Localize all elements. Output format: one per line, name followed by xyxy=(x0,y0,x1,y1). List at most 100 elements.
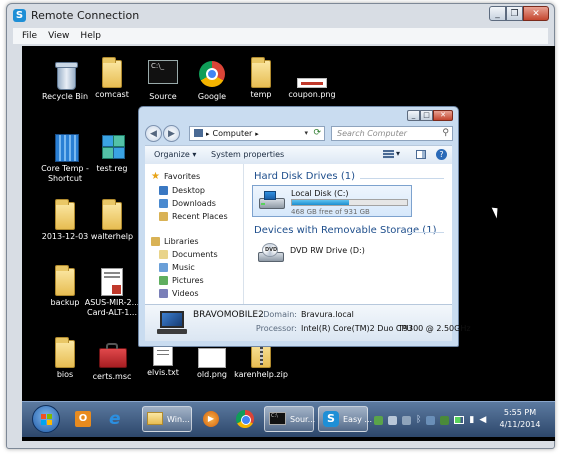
disk-name: Local Disk (C:) xyxy=(291,189,349,198)
nav-pictures[interactable]: Pictures xyxy=(159,276,204,285)
tray-app-icon[interactable] xyxy=(426,415,436,425)
nav-downloads[interactable]: Downloads xyxy=(159,199,216,208)
explorer-body: ★ Favorites Desktop Downloads Recent Plac… xyxy=(145,164,452,304)
tray-app-icon[interactable] xyxy=(374,415,383,425)
search-input[interactable]: Search Computer ⚲ xyxy=(331,126,453,141)
recent-places-icon xyxy=(159,212,168,221)
dvd-badge: DVD xyxy=(265,247,278,253)
refresh-icon[interactable]: ⟳ xyxy=(313,127,321,140)
music-icon xyxy=(159,263,168,272)
remote-app-icon: S xyxy=(323,411,339,427)
explorer-nav-row: ◀ ▶ ▸ Computer ▸ ▾ ⟳ Search Computer ⚲ xyxy=(145,123,453,143)
start-button[interactable] xyxy=(32,405,60,433)
remote-desktop-screen[interactable]: Recycle Bin comcast C:\_ Source Google t… xyxy=(22,46,555,441)
taskbar: O e Win... ▶ C:\ Sour... S Easy ... ᛒ ▮ … xyxy=(22,401,555,437)
taskbar-media-player[interactable]: ▶ xyxy=(196,406,226,432)
pictures-icon xyxy=(159,276,168,285)
title-bar[interactable]: S Remote Connection _ ❐ ✕ xyxy=(7,4,554,26)
explorer-icon xyxy=(147,412,163,425)
desktop-icon-test-reg[interactable]: test.reg xyxy=(83,132,141,174)
processor-model: T9300 @ 2.50GHz xyxy=(398,324,471,333)
desktop-icon xyxy=(159,186,168,195)
menu-help[interactable]: Help xyxy=(80,31,101,41)
local-disk-item[interactable]: Local Disk (C:) 468 GB free of 931 GB xyxy=(252,185,412,217)
forward-icon[interactable]: ▶ xyxy=(163,125,180,142)
window-controls: _ ❐ ✕ xyxy=(489,6,549,21)
taskbar-outlook[interactable]: O xyxy=(68,406,98,432)
explorer-window-controls: _ □ ✕ xyxy=(407,110,453,121)
processor-label: Processor: xyxy=(255,324,297,333)
domain-label: Domain: xyxy=(263,310,297,319)
preview-pane-icon[interactable] xyxy=(416,150,426,159)
star-icon: ★ xyxy=(151,171,160,182)
network-icon[interactable]: ▮ xyxy=(469,415,474,425)
tray-app-icon[interactable] xyxy=(388,415,397,425)
minimize-icon[interactable]: _ xyxy=(407,110,420,121)
menu-file[interactable]: File xyxy=(22,31,37,41)
mouse-cursor-icon xyxy=(491,205,502,219)
volume-icon[interactable]: ◀ xyxy=(479,415,486,425)
breadcrumb[interactable]: Computer xyxy=(213,129,253,138)
folder-icon xyxy=(102,199,122,230)
system-properties-button[interactable]: System properties xyxy=(211,150,284,159)
desktop-icon-comcast[interactable]: comcast xyxy=(83,57,141,100)
desktop-icon-temp[interactable]: temp xyxy=(232,57,290,100)
nav-libraries[interactable]: Libraries xyxy=(151,237,199,246)
group-divider xyxy=(407,232,444,233)
back-icon[interactable]: ◀ xyxy=(145,125,162,142)
nav-favorites[interactable]: ★ Favorites xyxy=(151,171,200,182)
navigation-pane: ★ Favorites Desktop Downloads Recent Plac… xyxy=(145,164,244,304)
taskbar-item-label: Easy ... xyxy=(343,415,373,424)
close-icon[interactable]: ✕ xyxy=(433,110,453,121)
view-options-icon[interactable] xyxy=(383,150,394,159)
help-icon[interactable]: ? xyxy=(436,149,447,160)
menu-bar: File View Help xyxy=(13,28,548,44)
desktop-icon-certs[interactable]: certs.msc xyxy=(83,340,141,382)
history-dropdown-icon[interactable]: ▾ xyxy=(304,127,308,140)
chrome-icon xyxy=(236,410,254,428)
restore-icon[interactable]: ❐ xyxy=(506,6,523,21)
battery-icon[interactable] xyxy=(454,416,465,424)
action-center-icon[interactable] xyxy=(440,415,450,425)
taskbar-source-console[interactable]: C:\ Sour... xyxy=(264,406,315,432)
toolbox-icon xyxy=(98,340,127,370)
clock[interactable]: 5:55 PM 4/11/2014 xyxy=(495,407,545,431)
taskbar-windows-explorer[interactable]: Win... xyxy=(142,406,192,432)
nav-recent-places[interactable]: Recent Places xyxy=(159,212,228,221)
maximize-icon[interactable]: □ xyxy=(420,110,433,121)
chevron-down-icon[interactable]: ▾ xyxy=(396,149,400,158)
tray-app-icon[interactable] xyxy=(402,415,411,425)
command-bar: Organize ▾ System properties ▾ ? xyxy=(145,145,452,165)
console-shortcut-icon: C:\_ xyxy=(148,60,178,84)
remote-app-icon: S xyxy=(13,9,26,22)
close-icon[interactable]: ✕ xyxy=(523,6,549,21)
folder-icon xyxy=(102,57,122,88)
nav-music[interactable]: Music xyxy=(159,263,195,272)
bluetooth-icon[interactable]: ᛒ xyxy=(416,415,421,425)
nav-videos[interactable]: Videos xyxy=(159,289,199,298)
group-header-hdd[interactable]: Hard Disk Drives (1) xyxy=(254,171,355,182)
recycle-bin-icon xyxy=(51,60,79,90)
taskbar-easy-connect[interactable]: S Easy ... xyxy=(318,406,372,432)
group-header-removable[interactable]: Devices with Removable Storage (1) xyxy=(254,225,436,236)
desktop-icon-walterhelp[interactable]: walterhelp xyxy=(83,199,141,242)
folder-icon xyxy=(55,337,75,368)
organize-button[interactable]: Organize ▾ xyxy=(154,150,196,159)
minimize-icon[interactable]: _ xyxy=(489,6,506,21)
menu-view[interactable]: View xyxy=(48,31,69,41)
desktop-icon-label: karenhelp.zip xyxy=(234,370,288,379)
nav-documents[interactable]: Documents xyxy=(159,250,218,259)
explorer-window: _ □ ✕ ◀ ▶ ▸ Computer ▸ ▾ ⟳ Search Computer… xyxy=(138,106,471,347)
details-pane: BRAVOMOBILE2 Domain: Bravura.local Proce… xyxy=(145,304,471,341)
desktop-icon-label: test.reg xyxy=(96,164,128,173)
dvd-drive-icon: DVD xyxy=(258,243,284,263)
desktop-icon-asus-pdf[interactable]: ASUS-MIR-2... Card-ALT-1... xyxy=(83,268,141,318)
folder-icon xyxy=(55,199,75,230)
dvd-drive-item[interactable]: DVD DVD RW Drive (D:) xyxy=(252,238,412,270)
desktop-icon-coupon[interactable]: coupon.png xyxy=(283,60,341,100)
taskbar-internet-explorer[interactable]: e xyxy=(102,406,132,432)
taskbar-chrome[interactable] xyxy=(230,406,260,432)
address-bar[interactable]: ▸ Computer ▸ ▾ ⟳ xyxy=(189,126,325,141)
nav-desktop[interactable]: Desktop xyxy=(159,186,205,195)
chevron-down-icon: ▾ xyxy=(192,150,197,159)
